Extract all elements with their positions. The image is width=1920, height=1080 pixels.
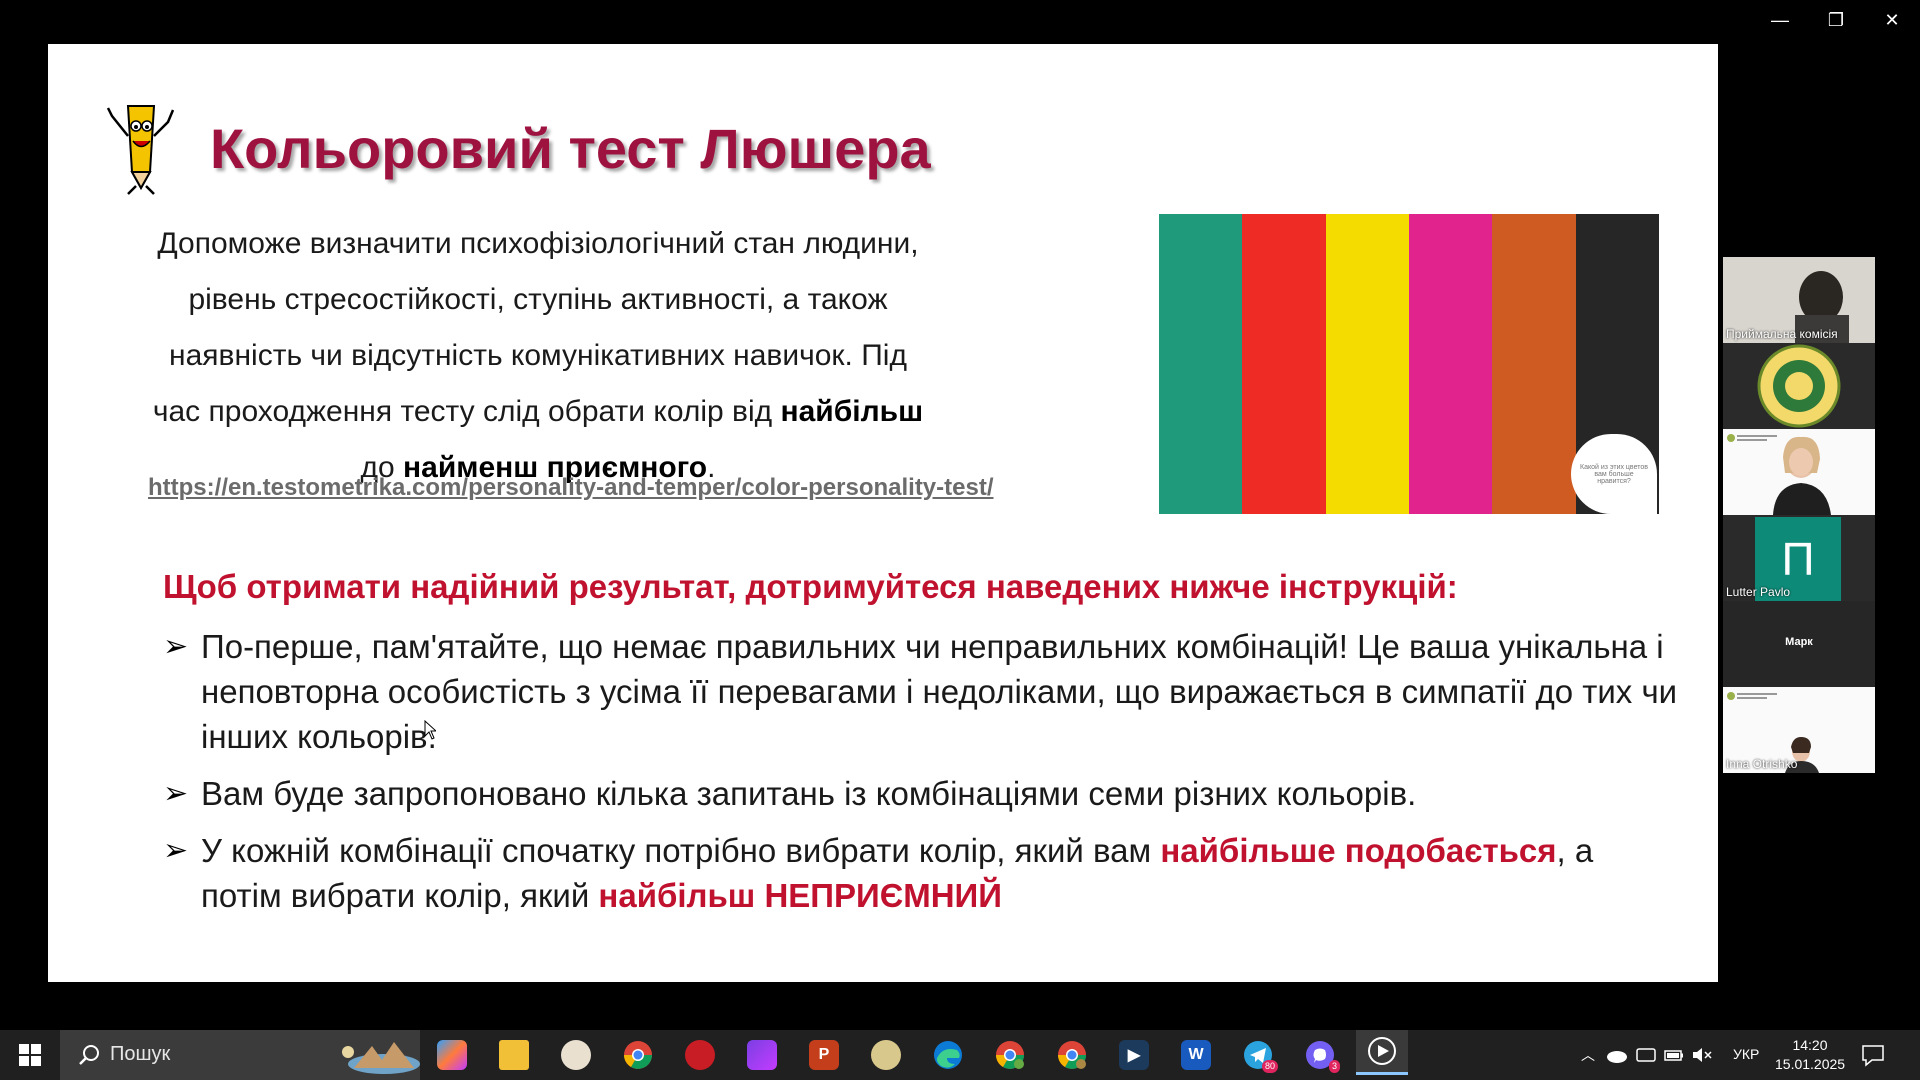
copilot-icon [437,1040,467,1070]
list-item: ➢ У кожній комбінації спочатку потрібно … [163,828,1683,918]
bullet-emphasis: найбільш НЕПРИЄМНИЙ [598,877,1002,914]
meet-now-icon[interactable] [1635,1045,1657,1065]
participant-tile[interactable]: П Lutter Pavlo [1723,515,1875,601]
search-box[interactable]: Пошук [60,1030,420,1080]
bullet-emphasis: найбільше подобається [1160,832,1557,869]
viber-taskbar-button[interactable]: 3 [1294,1035,1346,1075]
search-placeholder: Пошук [110,1043,171,1065]
arrow-bullet-icon: ➢ [163,777,189,810]
chrome-profile-taskbar-button[interactable] [860,1035,912,1075]
media-app-taskbar-button[interactable]: ▶ [1108,1035,1160,1075]
clock-date: 15.01.2025 [1775,1056,1846,1072]
clipchamp-taskbar-button[interactable] [736,1035,788,1075]
paint-taskbar-button[interactable] [550,1035,602,1075]
paint-palette-icon [561,1040,591,1070]
clipchamp-icon [747,1040,777,1070]
system-tray: ︿ [1577,1030,1713,1080]
chrome-icon [624,1041,652,1069]
participant-name: Приймальна комісія [1726,327,1838,341]
copilot-taskbar-button[interactable] [426,1035,478,1075]
edge-icon [934,1041,962,1069]
color-stripe-3 [1325,214,1409,514]
close-button[interactable]: ✕ [1864,0,1920,40]
test-link[interactable]: https://en.testometrika.com/personality-… [148,474,994,502]
pencil-mascot-icon [106,105,175,195]
presentation-slide: Кольоровий тест Люшера Допоможе визначит… [48,44,1718,982]
battery-icon[interactable] [1663,1045,1685,1065]
video-player-taskbar-button[interactable] [1356,1030,1408,1075]
participant-tile[interactable] [1723,343,1875,429]
window-controls: — ❐ ✕ [1752,0,1920,40]
chrome-icon [1058,1041,1086,1069]
notifications-icon[interactable] [1860,1042,1886,1068]
participant-tile[interactable] [1723,429,1875,515]
instructions-heading: Щоб отримати надійний результат, дотриму… [163,568,1458,605]
color-stripe-1 [1159,214,1243,514]
powerpoint-taskbar-button[interactable]: P [798,1035,850,1075]
participant-name: Inna Otrishko [1726,757,1798,771]
volume-muted-icon[interactable] [1691,1045,1713,1065]
question-bubble: Какой из этих цветов вам больше нравится… [1571,434,1657,514]
restore-button[interactable]: ❐ [1808,0,1864,40]
list-item: ➢ Вам буде запропоновано кілька запитань… [163,771,1683,816]
chrome-profile-3-taskbar-button[interactable] [1046,1035,1098,1075]
chevron-up-icon[interactable]: ︿ [1577,1045,1599,1065]
taskbar: Пошук P ▶ W 80 3 ︿ УКР 14:20 15.01.2025 [0,1030,1920,1080]
input-language[interactable]: УКР [1733,1046,1759,1062]
intro-paragraph: Допоможе визначити психофізіологічний ст… [148,216,928,496]
bullet-text: Вам буде запропоновано кілька запитань і… [201,775,1417,812]
windows-logo-icon [19,1044,41,1066]
telegram-badge: 80 [1261,1060,1278,1073]
chrome-icon [996,1041,1024,1069]
arrow-bullet-icon: ➢ [163,630,189,663]
folder-icon [499,1040,529,1070]
word-taskbar-button[interactable]: W [1170,1035,1222,1075]
powerpoint-icon: P [809,1040,839,1070]
word-icon: W [1181,1040,1211,1070]
participant-tile[interactable]: Приймальна комісія [1723,257,1875,343]
search-icon [79,1045,99,1065]
intro-bold-most: найбільш [780,395,924,428]
media-app-icon: ▶ [1119,1040,1149,1070]
start-button[interactable] [0,1030,60,1080]
search-highlight-art-icon [342,1042,420,1074]
edge-taskbar-button[interactable] [922,1035,974,1075]
participant-name: Марк [1785,636,1813,648]
chrome-taskbar-button[interactable] [612,1035,664,1075]
participant-tile[interactable]: Марк [1723,601,1875,687]
instructions-list: ➢ По-перше, пам'ятайте, що немає правиль… [163,624,1683,930]
clock-time: 14:20 [1792,1037,1828,1053]
bullet-text: По-перше, пам'ятайте, що немає правильни… [201,628,1678,755]
color-palette-image: Какой из этих цветов вам больше нравится… [1159,214,1659,514]
participants-panel: Приймальна комісія П Lutter Pavlo Марк I… [1723,257,1875,773]
clock[interactable]: 14:20 15.01.2025 [1775,1036,1845,1074]
participant-name: Lutter Pavlo [1726,585,1791,599]
color-stripe-5 [1492,214,1576,514]
list-item: ➢ По-перше, пам'ятайте, що немає правиль… [163,624,1683,759]
participant-logo-icon [1757,344,1841,428]
telegram-taskbar-button[interactable]: 80 [1232,1035,1284,1075]
onedrive-cloud-icon[interactable] [1605,1045,1629,1065]
security-app-taskbar-button[interactable] [674,1035,726,1075]
color-stripe-2 [1242,214,1326,514]
viber-badge: 3 [1328,1060,1340,1073]
security-app-icon [685,1040,715,1070]
participant-tile[interactable]: Inna Otrishko [1723,687,1875,773]
color-stripe-4 [1408,214,1493,514]
bullet-text: У кожній комбінації спочатку потрібно ви… [201,832,1161,869]
participant-video-icon [1723,429,1875,515]
minimize-button[interactable]: — [1752,0,1808,40]
slide-title: Кольоровий тест Люшера [210,117,931,180]
file-explorer-taskbar-button[interactable] [488,1035,540,1075]
chrome-profile-2-taskbar-button[interactable] [984,1035,1036,1075]
chrome-profile-icon [871,1040,901,1070]
mouse-cursor-icon [424,720,436,740]
arrow-bullet-icon: ➢ [163,834,189,867]
video-player-icon [1368,1037,1396,1065]
